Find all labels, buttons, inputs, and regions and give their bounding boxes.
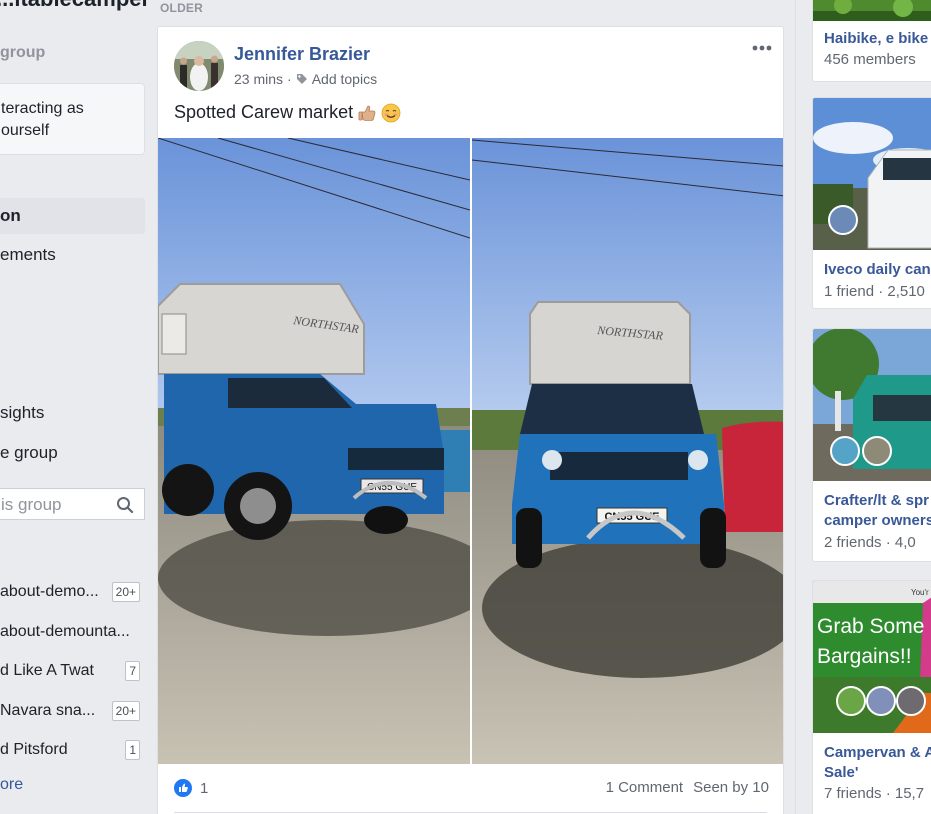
thumbs-up-emoji-icon bbox=[358, 105, 376, 121]
friend-avatar bbox=[836, 686, 866, 716]
chat-name: d Like A Twat bbox=[0, 662, 94, 679]
like-count: 1 bbox=[200, 779, 209, 797]
chat-count-badge: 20+ bbox=[111, 701, 140, 721]
post-text-content: Spotted Carew market bbox=[174, 102, 354, 122]
sidebar-section-label: group bbox=[0, 44, 46, 61]
comments-count-link[interactable]: 1 Comment bbox=[606, 779, 684, 796]
suggested-group-cover[interactable] bbox=[813, 0, 931, 21]
chat-name: d Pitsford bbox=[0, 741, 68, 758]
author-avatar[interactable] bbox=[174, 41, 224, 91]
post-photo-left[interactable]: CN55 GUE NORTHSTAR bbox=[158, 138, 470, 764]
post-meta: 23 mins · Add topics bbox=[234, 71, 377, 87]
suggested-group-cover[interactable] bbox=[813, 329, 931, 481]
seen-by-link[interactable]: Seen by 10 bbox=[693, 779, 769, 796]
suggested-group-name[interactable]: Iveco daily can bbox=[824, 260, 931, 280]
suggested-group-meta: 7 friends · 15,7 bbox=[824, 785, 925, 802]
smiling-face-emoji-icon bbox=[381, 103, 401, 122]
chat-item[interactable]: Navara sna... 20+ bbox=[0, 700, 148, 724]
search-icon[interactable] bbox=[116, 496, 134, 514]
suggested-group-cover[interactable]: You'r Grab Some Bargains!! bbox=[813, 581, 931, 733]
suggested-group-meta: 1 friend · 2,510 bbox=[824, 283, 925, 300]
chat-name: about-demo... bbox=[0, 583, 99, 600]
post-text: Spotted Carew market bbox=[174, 102, 401, 123]
search-placeholder: is group bbox=[1, 495, 62, 514]
chat-item[interactable]: d Pitsford 1 bbox=[0, 739, 148, 763]
friend-avatar bbox=[866, 686, 896, 716]
friend-avatar bbox=[828, 205, 858, 235]
add-topics-link[interactable]: Add topics bbox=[312, 71, 377, 87]
suggested-group-name-line: Crafter/lt & spr bbox=[824, 492, 930, 509]
post-photo-right[interactable]: CN55 GUE NORTHSTAR bbox=[472, 138, 783, 764]
suggested-group-name-line: camper owners bbox=[824, 512, 931, 529]
post-card: Jennifer Brazier 23 mins · Add topics Sp… bbox=[157, 26, 784, 814]
interacting-as-text: teracting as ourself bbox=[1, 100, 84, 139]
sidebar-nav-insights[interactable]: sights bbox=[0, 403, 148, 423]
friend-avatar bbox=[862, 436, 892, 466]
suggested-group-name-line: Sale' bbox=[824, 764, 859, 781]
sidebar-nav-label: sights bbox=[0, 403, 45, 422]
chat-item[interactable]: about-demo... 20+ bbox=[0, 581, 148, 605]
sidebar-nav-announcements[interactable]: ements bbox=[0, 245, 148, 265]
suggested-group-card[interactable]: Crafter/lt & spr camper owners 2 friends … bbox=[812, 328, 931, 562]
banner-text-line1: Grab Some bbox=[817, 615, 924, 638]
suggested-group-name[interactable]: Campervan & A Sale' bbox=[824, 743, 931, 783]
chat-name: about-demounta... bbox=[0, 623, 130, 640]
meta-separator: · bbox=[287, 71, 292, 87]
older-section-label: OLDER bbox=[160, 1, 203, 15]
left-sidebar: ...itablecamper group teracting as ourse… bbox=[0, 0, 148, 814]
suggested-group-card[interactable]: Haibike, e bike 456 members bbox=[812, 0, 931, 82]
chat-item[interactable]: about-demounta... bbox=[0, 621, 148, 645]
post-timestamp[interactable]: 23 mins bbox=[234, 71, 283, 87]
chat-name: Navara sna... bbox=[0, 702, 96, 719]
interacting-as-box[interactable]: teracting as ourself bbox=[0, 83, 145, 155]
sidebar-nav-discussion[interactable]: on bbox=[0, 198, 145, 234]
chat-item[interactable]: d Like A Twat 7 bbox=[0, 660, 148, 684]
sidebar-nav-label: e group bbox=[0, 443, 58, 462]
sidebar-nav-manage-group[interactable]: e group bbox=[0, 443, 148, 463]
tag-icon bbox=[296, 74, 307, 84]
chat-count-badge: 1 bbox=[125, 740, 140, 760]
friend-avatar bbox=[830, 436, 860, 466]
suggested-group-name[interactable]: Crafter/lt & spr camper owners bbox=[824, 491, 931, 531]
sidebar-nav-label: ements bbox=[0, 245, 56, 264]
more-options-icon[interactable] bbox=[751, 41, 773, 55]
suggested-group-meta: 2 friends · 4,0 bbox=[824, 534, 916, 551]
sidebar-nav-label: on bbox=[0, 206, 21, 225]
column-divider bbox=[795, 0, 796, 814]
chat-count-badge: 7 bbox=[125, 661, 140, 681]
suggested-group-cover[interactable] bbox=[813, 98, 931, 250]
friend-avatar bbox=[896, 686, 926, 716]
suggested-group-name[interactable]: Haibike, e bike bbox=[824, 29, 928, 49]
suggested-group-meta: 456 members bbox=[824, 51, 916, 68]
suggested-group-card[interactable]: Iveco daily can 1 friend · 2,510 bbox=[812, 97, 931, 309]
post-author-name[interactable]: Jennifer Brazier bbox=[234, 44, 370, 65]
post-divider bbox=[174, 812, 767, 813]
suggested-group-name-line: Campervan & A bbox=[824, 744, 931, 761]
see-more-link[interactable]: ore bbox=[0, 776, 23, 794]
suggested-group-card[interactable]: You'r Grab Some Bargains!! Campervan & A… bbox=[812, 580, 931, 814]
chat-count-badge: 20+ bbox=[111, 582, 140, 602]
banner-small-text: You'r bbox=[911, 588, 929, 597]
banner-text-line2: Bargains!! bbox=[817, 645, 912, 668]
search-group-input[interactable]: is group bbox=[0, 488, 145, 520]
reactions-summary[interactable]: 1 bbox=[174, 779, 208, 797]
post-stats: 1 Comment Seen by 10 bbox=[606, 779, 769, 796]
like-reaction-icon bbox=[174, 779, 192, 797]
group-title[interactable]: ...itablecamper bbox=[0, 0, 148, 12]
